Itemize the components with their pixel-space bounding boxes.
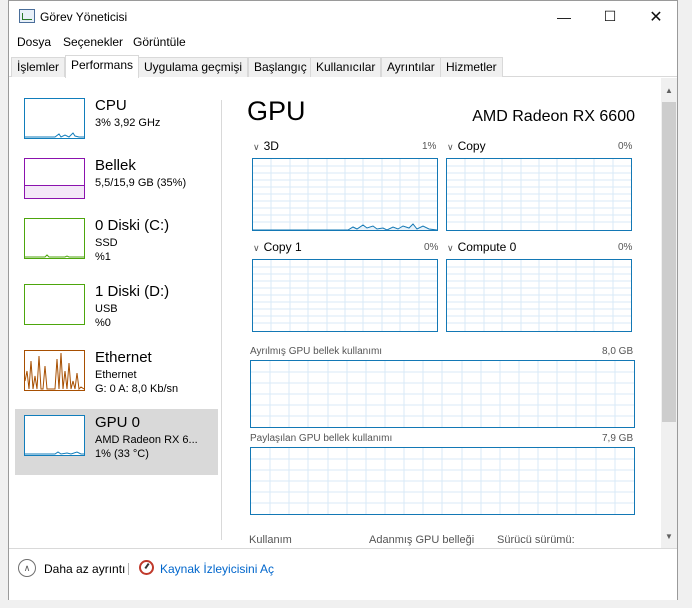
menu-bar: Dosya Seçenekler Görüntüle	[9, 32, 677, 53]
menu-view[interactable]: Görüntüle	[133, 35, 186, 49]
graph-copy-svg	[447, 159, 631, 230]
shared-memory-label: Paylaşılan GPU bellek kullanımı	[250, 433, 393, 444]
resource-monitor-icon[interactable]	[139, 560, 154, 575]
sidebar-subtitle: 5,5/15,9 GB (35%)	[95, 177, 187, 189]
graph-compute0-svg	[447, 260, 631, 331]
engine-label-compute0[interactable]: ∨ Compute 0	[447, 240, 516, 254]
engine-percent-compute0: 0%	[618, 242, 633, 253]
tab-processes[interactable]: İşlemler	[11, 57, 66, 77]
vertical-scrollbar[interactable]: ▲ ▼	[661, 78, 677, 548]
chevron-up-icon[interactable]: ∧	[18, 559, 36, 577]
maximize-icon[interactable]: ☐	[587, 1, 633, 32]
sidebar-title: GPU 0	[95, 414, 141, 431]
gpu-model-name: AMD Radeon RX 6600	[472, 108, 635, 125]
tab-app-history[interactable]: Uygulama geçmişi	[138, 57, 249, 77]
tab-startup[interactable]: Başlangıç	[248, 57, 313, 77]
engine-graph-compute0	[446, 259, 632, 332]
chevron-up-icon[interactable]: ▲	[661, 82, 677, 98]
fewer-details-button[interactable]: Daha az ayrıntı	[44, 562, 125, 576]
shared-memory-svg	[251, 448, 634, 514]
engine-graph-copy1	[252, 259, 438, 332]
sidebar-title: 0 Diski (C:)	[95, 217, 170, 234]
graph-copy1-svg	[253, 260, 437, 331]
sidebar-subtitle: Ethernet	[95, 369, 137, 381]
open-resource-monitor-link[interactable]: Kaynak İzleyicisini Aç	[160, 562, 274, 576]
chevron-down-icon: ∨	[253, 142, 260, 152]
tab-bar: İşlemler Performans Uygulama geçmişi Baş…	[9, 55, 677, 78]
engine-graph-3d	[252, 158, 438, 231]
sidebar-subtitle: AMD Radeon RX 6...	[95, 434, 198, 446]
sidebar-subtitle-2: 1% (33 °C)	[95, 448, 149, 460]
title-bar: Görev Yöneticisi — ☐ ✕	[9, 1, 677, 32]
chevron-down-icon: ∨	[253, 243, 260, 253]
engine-graph-copy	[446, 158, 632, 231]
memory-thumbnail	[24, 158, 85, 199]
graph-3d-svg	[253, 159, 437, 230]
gpu-mini-graph	[25, 451, 84, 455]
disk-c-thumbnail	[24, 218, 85, 259]
menu-options[interactable]: Seçenekler	[63, 35, 123, 49]
cpu-mini-graph	[25, 132, 84, 138]
sidebar-item-disk-c[interactable]: 0 Diski (C:) SSD %1	[15, 212, 218, 278]
dedicated-memory-label: Ayrılmış GPU bellek kullanımı	[250, 346, 383, 357]
dedicated-memory-graph	[250, 360, 635, 428]
scrollbar-thumb[interactable]	[662, 102, 676, 422]
gpu-thumbnail	[24, 415, 85, 456]
sidebar-divider	[221, 100, 222, 540]
tab-services[interactable]: Hizmetler	[440, 57, 503, 77]
sidebar-title: Bellek	[95, 157, 136, 174]
chevron-down-icon: ∨	[447, 142, 454, 152]
disk-d-thumbnail	[24, 284, 85, 325]
sidebar-subtitle: USB	[95, 303, 118, 315]
sidebar-subtitle-2: G: 0 A: 8,0 Kb/sn	[95, 383, 179, 395]
sidebar-subtitle: 3% 3,92 GHz	[95, 117, 161, 129]
cpu-thumbnail	[24, 98, 85, 139]
chevron-down-icon: ∨	[447, 243, 454, 253]
driver-version-label: Sürücü sürümü:	[497, 534, 575, 546]
sidebar-title: 1 Diski (D:)	[95, 283, 170, 300]
footer-bar: ∧ Daha az ayrıntı Kaynak İzleyicisini Aç	[9, 548, 677, 600]
page-title: GPU	[247, 96, 306, 126]
engine-percent-3d: 1%	[422, 141, 437, 152]
engine-percent-copy1: 0%	[424, 242, 439, 253]
menu-file[interactable]: Dosya	[17, 35, 51, 49]
close-icon[interactable]: ✕	[633, 1, 679, 32]
chevron-down-icon[interactable]: ▼	[661, 528, 677, 544]
ethernet-thumbnail	[24, 350, 85, 391]
minimize-icon[interactable]: —	[541, 1, 587, 32]
sidebar-item-cpu[interactable]: CPU 3% 3,92 GHz	[15, 92, 218, 158]
dedicated-memory-value: 8,0 GB	[602, 346, 634, 357]
window-title: Görev Yöneticisi	[40, 10, 128, 24]
ethernet-mini-graph	[25, 352, 84, 390]
utilization-label: Kullanım	[249, 534, 292, 546]
sidebar-item-disk-d[interactable]: 1 Diski (D:) USB %0	[15, 278, 218, 344]
dedicated-memory-svg	[251, 361, 634, 427]
engine-percent-copy: 0%	[618, 141, 633, 152]
sidebar-title: CPU	[95, 97, 127, 114]
shared-memory-value: 7,9 GB	[602, 433, 634, 444]
engine-label-copy1[interactable]: ∨ Copy 1	[253, 240, 302, 254]
sidebar-subtitle-2: %1	[95, 251, 111, 263]
tab-users[interactable]: Kullanıcılar	[310, 57, 382, 77]
sidebar-title: Ethernet	[95, 349, 152, 366]
shared-memory-graph	[250, 447, 635, 515]
footer-divider	[128, 563, 129, 575]
task-manager-icon	[19, 9, 35, 23]
sidebar-subtitle-2: %0	[95, 317, 111, 329]
sidebar-item-ethernet[interactable]: Ethernet Ethernet G: 0 A: 8,0 Kb/sn	[15, 344, 218, 410]
disk-c-mini-graph	[25, 254, 84, 258]
engine-label-3d[interactable]: ∨ 3D	[253, 139, 279, 153]
performance-panel: CPU 3% 3,92 GHz Bellek 5,5/15,9 GB (35%)…	[9, 78, 677, 548]
tab-performance[interactable]: Performans	[65, 55, 140, 78]
engine-label-copy[interactable]: ∨ Copy	[447, 139, 486, 153]
task-manager-window: Görev Yöneticisi — ☐ ✕ Dosya Seçenekler …	[8, 0, 678, 600]
dedicated-gpu-memory-label: Adanmış GPU belleği	[369, 534, 475, 546]
tab-details[interactable]: Ayrıntılar	[381, 57, 441, 77]
sidebar-item-gpu[interactable]: GPU 0 AMD Radeon RX 6... 1% (33 °C)	[15, 409, 218, 475]
sidebar-item-memory[interactable]: Bellek 5,5/15,9 GB (35%)	[15, 152, 218, 218]
memory-fill	[25, 185, 84, 198]
sidebar-subtitle: SSD	[95, 237, 118, 249]
